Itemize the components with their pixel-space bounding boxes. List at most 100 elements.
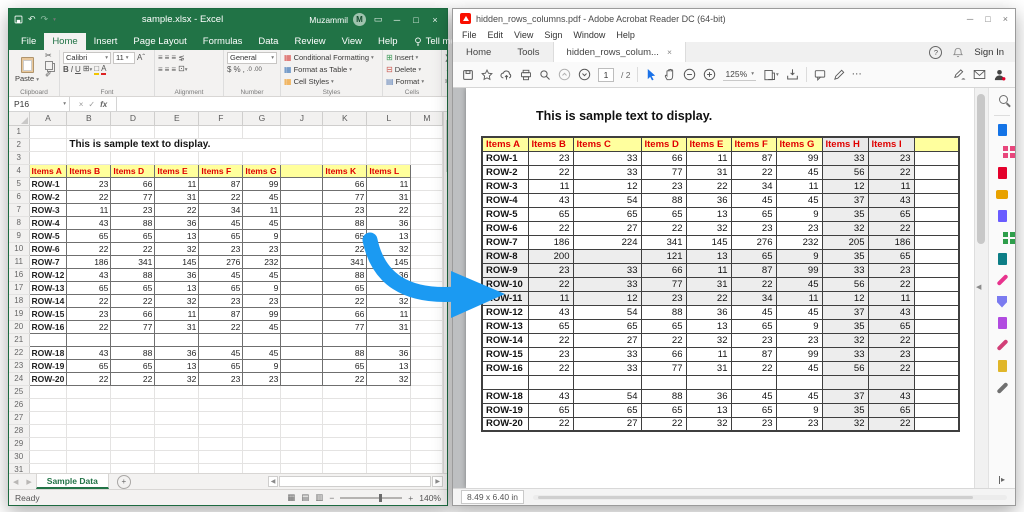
excel-row-label-cell[interactable]: ROW-15 xyxy=(29,307,67,320)
sign-in-button[interactable]: Sign In xyxy=(974,47,1004,58)
menu-window[interactable]: Window xyxy=(573,30,605,40)
format-painter-icon[interactable]: ✐ xyxy=(45,71,53,79)
excel-row-header-18[interactable]: 18 xyxy=(9,294,29,307)
save-file-icon[interactable] xyxy=(462,69,474,81)
excel-cell[interactable] xyxy=(323,437,367,450)
excel-row-label-cell[interactable]: ROW-6 xyxy=(29,242,67,255)
excel-row-header-30[interactable]: 30 xyxy=(9,450,29,463)
comma-style-icon[interactable]: , xyxy=(243,66,245,74)
excel-cell[interactable] xyxy=(111,385,155,398)
excel-row-label-cell[interactable]: ROW-19 xyxy=(29,359,67,372)
tab-close-icon[interactable]: × xyxy=(667,47,672,57)
excel-close-button[interactable]: × xyxy=(428,15,442,25)
excel-row-header-9[interactable]: 9 xyxy=(9,229,29,242)
excel-data-cell[interactable]: 11 xyxy=(155,307,199,320)
insert-cells-button[interactable]: ⊞ Insert▾ xyxy=(386,52,424,63)
excel-cell[interactable] xyxy=(111,411,155,424)
excel-cell[interactable] xyxy=(411,424,443,437)
normal-view-icon[interactable]: ▦ xyxy=(287,492,295,503)
excel-cell[interactable] xyxy=(111,463,155,473)
excel-data-cell[interactable]: 13 xyxy=(367,229,411,242)
excel-data-cell[interactable]: 66 xyxy=(111,177,155,190)
excel-data-cell[interactable]: 22 xyxy=(111,242,155,255)
search-tools-icon[interactable] xyxy=(994,93,1010,108)
excel-data-cell[interactable]: 45 xyxy=(243,320,281,333)
excel-data-cell[interactable]: 145 xyxy=(155,255,199,268)
excel-data-cell[interactable] xyxy=(281,333,323,346)
excel-data-cell[interactable]: 31 xyxy=(367,190,411,203)
excel-row-header-21[interactable]: 21 xyxy=(9,333,29,346)
excel-data-cell[interactable]: 22 xyxy=(323,242,367,255)
excel-cell[interactable] xyxy=(243,424,281,437)
percent-style-icon[interactable]: % xyxy=(233,66,240,74)
excel-table-header-cell[interactable] xyxy=(281,164,323,177)
request-signatures-icon[interactable] xyxy=(994,359,1010,374)
excel-cell[interactable] xyxy=(323,424,367,437)
excel-cell[interactable] xyxy=(29,437,67,450)
excel-cell[interactable] xyxy=(367,138,411,151)
excel-cell[interactable] xyxy=(411,398,443,411)
pdf-maximize-button[interactable]: □ xyxy=(985,14,990,24)
excel-row-header-24[interactable]: 24 xyxy=(9,372,29,385)
excel-data-cell[interactable]: 32 xyxy=(367,372,411,385)
excel-select-all-corner[interactable] xyxy=(9,112,29,125)
excel-data-cell[interactable]: 88 xyxy=(323,346,367,359)
create-pdf-icon[interactable] xyxy=(994,165,1010,180)
excel-data-cell[interactable]: 65 xyxy=(323,281,367,294)
excel-cell[interactable] xyxy=(367,411,411,424)
font-size-select[interactable]: 11▾ xyxy=(113,52,135,64)
excel-cell[interactable] xyxy=(411,190,443,203)
excel-cell[interactable] xyxy=(281,437,323,450)
hscroll-right-icon[interactable]: ▶ xyxy=(432,476,443,487)
request-signature-icon[interactable] xyxy=(953,69,966,81)
excel-row-label-cell[interactable]: ROW-5 xyxy=(29,229,67,242)
excel-cell[interactable] xyxy=(367,463,411,473)
align-left-icon[interactable]: ≡ xyxy=(158,66,163,74)
zoom-in-icon[interactable]: + xyxy=(408,493,413,503)
excel-maximize-button[interactable]: □ xyxy=(409,15,423,25)
excel-data-cell[interactable]: 23 xyxy=(323,203,367,216)
hand-tool-icon[interactable] xyxy=(664,68,676,81)
excel-cell[interactable] xyxy=(155,125,199,138)
fx-icon[interactable]: fx xyxy=(100,100,107,109)
excel-cell[interactable] xyxy=(243,151,281,164)
sheet-nav-left-icon[interactable]: ◀ xyxy=(9,478,22,486)
excel-row-label-cell[interactable]: ROW-18 xyxy=(29,346,67,359)
excel-cell[interactable] xyxy=(323,411,367,424)
menu-file[interactable]: File xyxy=(462,30,477,40)
excel-data-cell[interactable]: 45 xyxy=(243,190,281,203)
excel-cell[interactable] xyxy=(411,203,443,216)
excel-col-header-M[interactable]: M xyxy=(411,112,443,125)
excel-cell[interactable] xyxy=(199,385,243,398)
excel-cell[interactable] xyxy=(411,463,443,473)
excel-row-header-31[interactable]: 31 xyxy=(9,463,29,473)
excel-cell[interactable] xyxy=(111,125,155,138)
excel-data-cell[interactable]: 88 xyxy=(323,216,367,229)
excel-data-cell[interactable]: 65 xyxy=(199,359,243,372)
excel-data-cell[interactable]: 22 xyxy=(367,203,411,216)
excel-cell[interactable] xyxy=(67,385,111,398)
tab-home[interactable]: Home xyxy=(453,42,504,62)
decimal-icons[interactable]: .0 .00 xyxy=(247,67,262,73)
excel-row-header-2[interactable]: 2 xyxy=(9,138,29,151)
menu-sign[interactable]: Sign xyxy=(544,30,562,40)
more-tools-icon[interactable]: ⋯ xyxy=(852,69,863,80)
excel-data-cell[interactable]: 32 xyxy=(367,242,411,255)
excel-cell[interactable] xyxy=(411,229,443,242)
excel-data-cell[interactable] xyxy=(199,333,243,346)
excel-cell[interactable] xyxy=(411,125,443,138)
excel-data-cell[interactable]: 31 xyxy=(155,190,199,203)
excel-cell[interactable] xyxy=(67,125,111,138)
excel-cell[interactable] xyxy=(243,450,281,463)
excel-minimize-button[interactable]: ─ xyxy=(390,15,404,25)
excel-data-cell[interactable]: 32 xyxy=(155,294,199,307)
print-icon[interactable] xyxy=(520,69,532,81)
excel-data-cell[interactable]: 36 xyxy=(155,268,199,281)
excel-cell[interactable] xyxy=(323,450,367,463)
export-pdf-icon[interactable] xyxy=(994,122,1010,137)
excel-cell[interactable] xyxy=(281,398,323,411)
excel-data-cell[interactable]: 13 xyxy=(155,229,199,242)
excel-data-cell[interactable] xyxy=(281,281,323,294)
accounting-format-icon[interactable]: $ xyxy=(227,66,231,74)
excel-data-cell[interactable]: 66 xyxy=(323,307,367,320)
